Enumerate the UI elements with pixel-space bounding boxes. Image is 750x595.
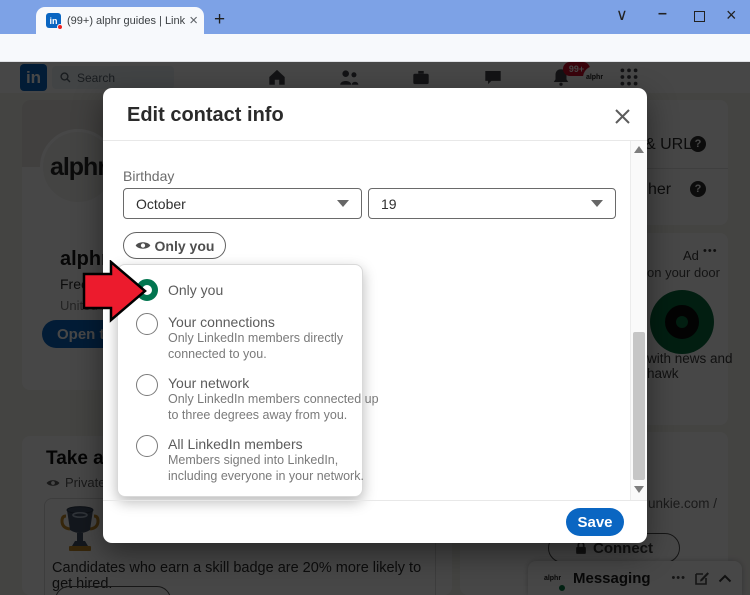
radio-icon[interactable] (136, 374, 158, 396)
divider (103, 140, 647, 141)
browser-toolbar: ← → linkedin.com/in/alphr-guides-3245032… (0, 34, 750, 62)
chevron-down-icon (591, 200, 603, 207)
eye-icon (135, 240, 151, 251)
edit-contact-info-modal: Edit contact info Birthday October 19 On… (103, 88, 647, 543)
window-close-button[interactable]: × (726, 5, 737, 26)
window-chevron-icon[interactable]: ∨ (616, 5, 628, 25)
window-maximize-button[interactable] (694, 11, 705, 22)
chevron-down-icon (337, 200, 349, 207)
tab-title: (99+) alphr guides | LinkedIn (67, 15, 185, 27)
annotation-arrow-right (82, 260, 148, 324)
modal-title: Edit contact info (127, 104, 284, 127)
notification-dot (57, 24, 63, 30)
tab-close-icon[interactable]: × (189, 12, 198, 29)
birthday-day-select[interactable]: 19 (368, 188, 616, 219)
scroll-up-icon[interactable] (634, 146, 644, 153)
divider (103, 500, 647, 501)
birthday-month-select[interactable]: October (123, 188, 362, 219)
visibility-chip-button[interactable]: Only you (123, 232, 226, 259)
browser-tab[interactable]: in (99+) alphr guides | LinkedIn × (36, 7, 204, 34)
new-tab-button[interactable]: + (214, 9, 225, 31)
radio-icon[interactable] (136, 435, 158, 457)
save-button[interactable]: Save (566, 508, 624, 536)
window-minimize-button[interactable]: – (658, 5, 667, 23)
modal-close-button[interactable] (608, 102, 636, 130)
option-your-network[interactable]: Your network Only LinkedIn members conne… (136, 374, 380, 424)
linkedin-favicon: in (46, 13, 61, 28)
birthday-label: Birthday (123, 168, 174, 184)
visibility-options-panel: Only you Your connections Only LinkedIn … (117, 264, 363, 497)
option-your-connections[interactable]: Your connections Only LinkedIn members d… (136, 313, 380, 363)
screenshot-root: in (99+) alphr guides | LinkedIn × + ∨ –… (0, 0, 750, 595)
option-all-linkedin-members[interactable]: All LinkedIn members Members signed into… (136, 435, 380, 485)
close-x-icon (614, 108, 631, 125)
browser-tab-strip: in (99+) alphr guides | LinkedIn × + ∨ –… (0, 0, 750, 34)
scroll-down-icon[interactable] (634, 486, 644, 493)
option-only-you[interactable]: Only you (136, 279, 223, 301)
modal-scrollbar-thumb[interactable] (633, 332, 645, 480)
